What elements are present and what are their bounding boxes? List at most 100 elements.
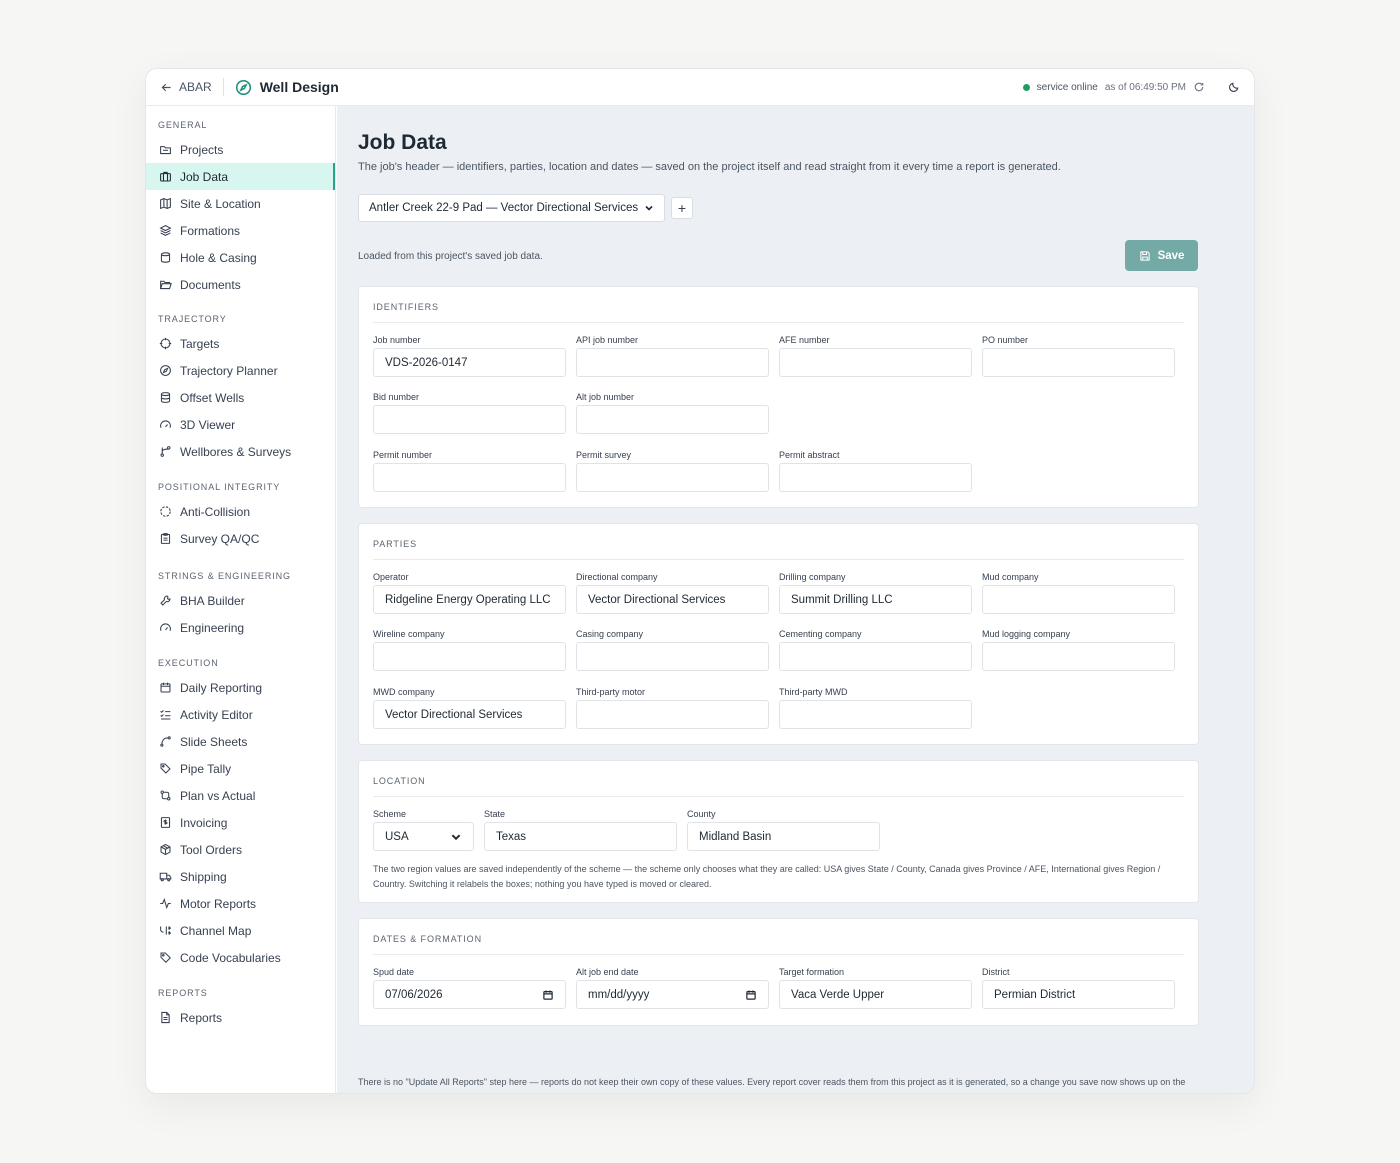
target-formation-field: Target formation Vaca Verde Upper bbox=[779, 966, 972, 1009]
job-select[interactable]: Antler Creek 22-9 Pad — Vector Direction… bbox=[358, 194, 665, 222]
sidebar-item-motor-reports[interactable]: Motor Reports bbox=[146, 890, 335, 917]
cementing-company-input[interactable] bbox=[779, 642, 972, 671]
state-input[interactable]: Texas bbox=[484, 822, 677, 851]
field-label: Permit number bbox=[373, 450, 433, 460]
sidebar-item-offset-wells[interactable]: Offset Wells bbox=[146, 384, 335, 411]
alt-job-number-input[interactable] bbox=[576, 405, 769, 434]
sidebar-item-label: Targets bbox=[180, 336, 220, 351]
sidebar-item-job-data[interactable]: Job Data bbox=[146, 163, 335, 190]
bid-number-field: Bid number bbox=[373, 391, 566, 434]
sidebar-item-bha-builder[interactable]: BHA Builder bbox=[146, 587, 335, 614]
mud-company-input[interactable] bbox=[982, 585, 1175, 614]
field-label: Operator bbox=[373, 572, 409, 582]
field-label: Alt job number bbox=[576, 392, 635, 402]
sidebar-item-shipping[interactable]: Shipping bbox=[146, 863, 335, 890]
sidebar-item-label: Plan vs Actual bbox=[180, 788, 256, 803]
receipt-icon bbox=[160, 817, 171, 828]
third-party-motor-input[interactable] bbox=[576, 700, 769, 729]
sidebar-item-3d-viewer[interactable]: 3D Viewer bbox=[146, 411, 335, 438]
back-button[interactable]: ABAR bbox=[160, 80, 212, 94]
casing-company-input[interactable] bbox=[576, 642, 769, 671]
sidebar-item-trajectory-planner[interactable]: Trajectory Planner bbox=[146, 357, 335, 384]
compass-icon bbox=[160, 365, 171, 376]
sidebar-item-activity-editor[interactable]: Activity Editor bbox=[146, 701, 335, 728]
sidebar-item-slide-sheets[interactable]: Slide Sheets bbox=[146, 728, 335, 755]
folder-icon bbox=[160, 146, 171, 155]
sidebar-item-targets[interactable]: Targets bbox=[146, 330, 335, 357]
cementing-company-field: Cementing company bbox=[779, 628, 972, 671]
cylinder-icon bbox=[160, 252, 171, 263]
directional-company-input[interactable]: Vector Directional Services bbox=[576, 585, 769, 614]
wireline-company-input[interactable] bbox=[373, 642, 566, 671]
third-party-mwd-input[interactable] bbox=[779, 700, 972, 729]
sidebar-item-label: Code Vocabularies bbox=[180, 950, 281, 965]
permit-number-input[interactable] bbox=[373, 463, 566, 492]
permit-abstract-field: Permit abstract bbox=[779, 449, 972, 492]
refresh-icon[interactable] bbox=[1193, 81, 1205, 93]
sidebar-item-survey-qaqc[interactable]: Survey QA/QC bbox=[146, 525, 335, 552]
calendar-icon[interactable] bbox=[542, 989, 554, 1001]
drilling-company-input[interactable]: Summit Drilling LLC bbox=[779, 585, 972, 614]
save-button[interactable]: Save bbox=[1125, 240, 1198, 271]
sidebar-item-channel-map[interactable]: Channel Map bbox=[146, 917, 335, 944]
sidebar-item-engineering[interactable]: Engineering bbox=[146, 614, 335, 641]
page-title: Job Data bbox=[358, 131, 447, 154]
folder-open-icon bbox=[159, 280, 172, 290]
sidebar-item-label: 3D Viewer bbox=[180, 417, 236, 432]
branch-icon bbox=[160, 446, 171, 457]
sidebar-item-invoicing[interactable]: Invoicing bbox=[146, 809, 335, 836]
truck-icon bbox=[159, 872, 172, 882]
permit-survey-input[interactable] bbox=[576, 463, 769, 492]
mud-logging-company-input[interactable] bbox=[982, 642, 1175, 671]
moon-icon[interactable] bbox=[1228, 81, 1240, 93]
api-job-number-input[interactable] bbox=[576, 348, 769, 377]
target-formation-input[interactable]: Vaca Verde Upper bbox=[779, 980, 972, 1009]
sidebar-item-daily-reporting[interactable]: Daily Reporting bbox=[146, 674, 335, 701]
po-number-input[interactable] bbox=[982, 348, 1175, 377]
location-card: LOCATION Scheme USA State Texas County M… bbox=[358, 760, 1199, 903]
page-subtitle: The job's header — identifiers, parties,… bbox=[358, 161, 1061, 173]
job-number-input[interactable]: VDS-2026-0147 bbox=[373, 348, 566, 377]
operator-input[interactable]: Ridgeline Energy Operating LLC bbox=[373, 585, 566, 614]
sidebar-item-label: Wellbores & Surveys bbox=[180, 444, 292, 459]
sidebar-item-hole-casing[interactable]: Hole & Casing bbox=[146, 244, 335, 271]
sidebar-item-site-location[interactable]: Site & Location bbox=[146, 190, 335, 217]
field-label: API job number bbox=[576, 335, 639, 345]
add-job-button[interactable]: + bbox=[671, 197, 693, 219]
field-label: Permit abstract bbox=[779, 450, 840, 460]
sidebar-item-anti-collision[interactable]: Anti-Collision bbox=[146, 498, 335, 525]
mwd-company-input[interactable]: Vector Directional Services bbox=[373, 700, 566, 729]
county-input[interactable]: Midland Basin bbox=[687, 822, 880, 851]
permit-abstract-input[interactable] bbox=[779, 463, 972, 492]
sidebar-item-label: Site & Location bbox=[180, 196, 261, 211]
district-input[interactable]: Permian District bbox=[982, 980, 1175, 1009]
sidebar-item-label: Pipe Tally bbox=[180, 761, 232, 776]
sidebar-item-documents[interactable]: Documents bbox=[146, 271, 335, 298]
spud-date-field: Spud date 07/06/2026 bbox=[373, 966, 566, 1009]
afe-number-input[interactable] bbox=[779, 348, 972, 377]
alt-job-end-date-value: mm/dd/yyyy bbox=[588, 988, 650, 1001]
sidebar-item-pipe-tally[interactable]: Pipe Tally bbox=[146, 755, 335, 782]
spud-date-input[interactable]: 07/06/2026 bbox=[373, 980, 566, 1009]
calendar-icon[interactable] bbox=[745, 989, 757, 1001]
sidebar-item-label: Projects bbox=[180, 142, 224, 157]
sidebar-item-formations[interactable]: Formations bbox=[146, 217, 335, 244]
sidebar-item-projects[interactable]: Projects bbox=[146, 136, 335, 163]
district-field: District Permian District bbox=[982, 966, 1175, 1009]
sidebar-item-code-vocabularies[interactable]: Code Vocabularies bbox=[146, 944, 335, 971]
sidebar-item-label: BHA Builder bbox=[180, 593, 245, 608]
field-label: Third-party motor bbox=[576, 687, 646, 697]
sidebar-group-execution: EXECUTION bbox=[158, 658, 219, 668]
field-label: Spud date bbox=[373, 967, 415, 977]
sidebar-item-tool-orders[interactable]: Tool Orders bbox=[146, 836, 335, 863]
scheme-select[interactable]: USA bbox=[373, 822, 474, 851]
sidebar-item-label: Reports bbox=[180, 1010, 223, 1025]
channel-icon bbox=[160, 926, 172, 935]
sidebar-item-plan-vs-actual[interactable]: Plan vs Actual bbox=[146, 782, 335, 809]
alt-job-end-date-input[interactable]: mm/dd/yyyy bbox=[576, 980, 769, 1009]
sidebar-item-wellbores-surveys[interactable]: Wellbores & Surveys bbox=[146, 438, 335, 465]
sidebar-item-reports[interactable]: Reports bbox=[146, 1004, 335, 1031]
sidebar-item-label: Job Data bbox=[180, 169, 229, 184]
bid-number-input[interactable] bbox=[373, 405, 566, 434]
gauge-icon bbox=[160, 623, 171, 631]
